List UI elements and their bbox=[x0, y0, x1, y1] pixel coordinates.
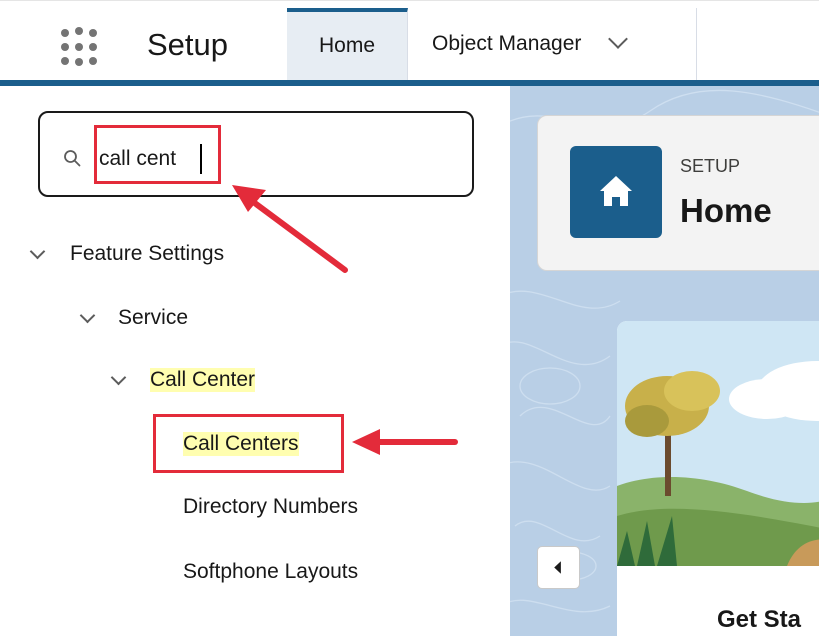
search-icon bbox=[64, 150, 81, 167]
tree-item-call-center[interactable]: Call Center bbox=[150, 368, 256, 392]
setup-sidebar: Feature Settings Service Call Center Cal… bbox=[0, 86, 510, 636]
chevron-left-icon bbox=[554, 561, 561, 574]
quick-find-input[interactable] bbox=[99, 146, 439, 172]
setup-home-main: SETUP Home Get Sta bbox=[510, 86, 819, 636]
tree-item-call-centers[interactable]: Call Centers bbox=[183, 432, 299, 456]
chevron-down-icon[interactable] bbox=[79, 307, 96, 324]
home-icon bbox=[570, 146, 662, 238]
page-title: Home bbox=[680, 192, 772, 229]
chevron-down-icon[interactable] bbox=[110, 369, 127, 386]
setup-eyebrow: SETUP bbox=[680, 156, 741, 176]
tab-home-label: Home bbox=[318, 34, 376, 57]
collapse-sidebar-button[interactable] bbox=[537, 546, 580, 589]
chevron-down-icon[interactable] bbox=[29, 243, 46, 260]
tab-object-manager-label: Object Manager bbox=[432, 32, 582, 55]
app-title: Setup bbox=[147, 27, 229, 62]
tree-item-service[interactable]: Service bbox=[118, 306, 188, 330]
global-header: Setup Home Object Manager bbox=[0, 0, 819, 86]
tab-object-manager[interactable]: Object Manager bbox=[409, 8, 697, 80]
get-started-title: Get Sta bbox=[717, 606, 802, 633]
tree-item-feature-settings[interactable]: Feature Settings bbox=[70, 242, 224, 266]
app-launcher-grid-icon[interactable] bbox=[58, 27, 100, 69]
quick-find-box[interactable] bbox=[38, 111, 474, 197]
text-caret bbox=[200, 144, 202, 174]
get-started-card: Get Sta bbox=[617, 321, 819, 636]
tree-item-directory-numbers[interactable]: Directory Numbers bbox=[183, 495, 358, 519]
landscape-illustration bbox=[617, 321, 819, 566]
chevron-down-icon[interactable] bbox=[608, 29, 629, 49]
tree-item-softphone-layouts[interactable]: Softphone Layouts bbox=[183, 560, 358, 584]
setup-home-card: SETUP Home bbox=[537, 115, 819, 271]
tab-home[interactable]: Home bbox=[287, 8, 408, 80]
